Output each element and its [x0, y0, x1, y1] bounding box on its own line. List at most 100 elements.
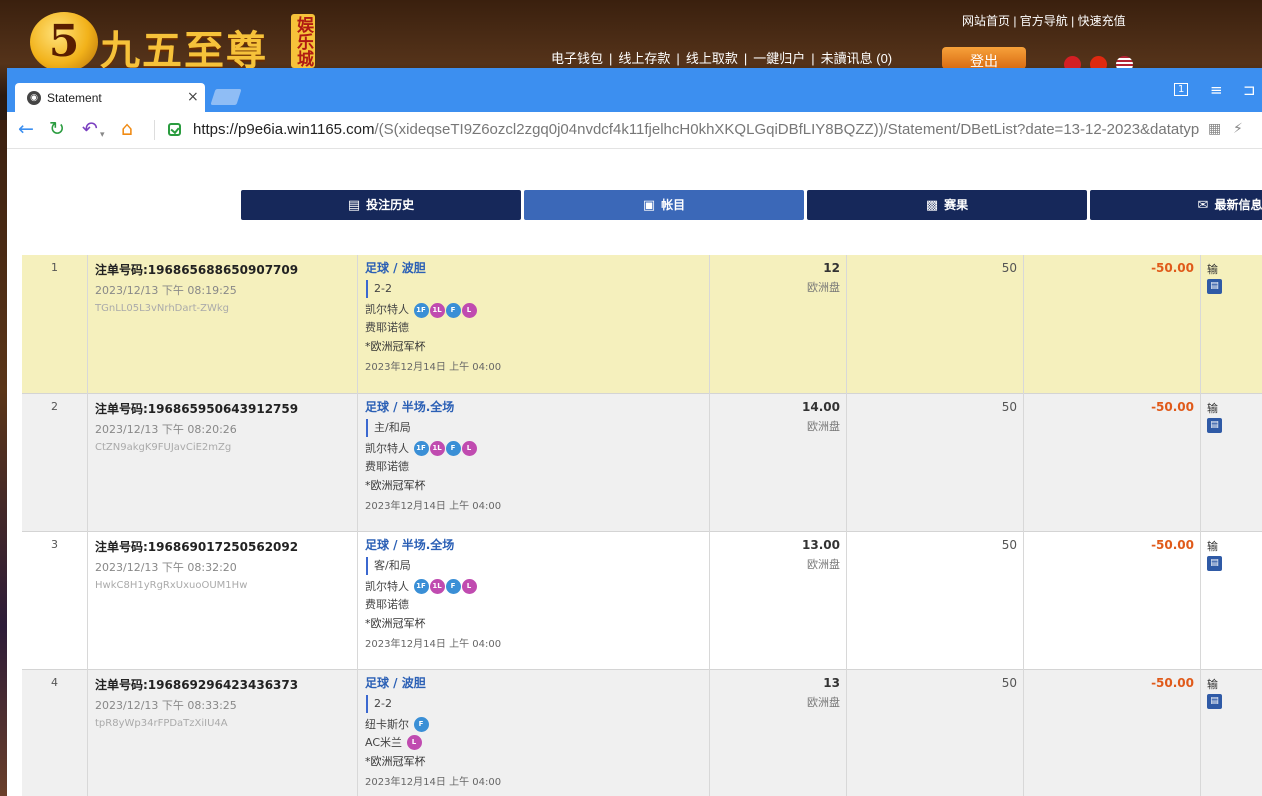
first-half-icon[interactable]: 1F	[413, 579, 429, 594]
undo-icon[interactable]: ↶	[82, 118, 98, 140]
fulltime-icon[interactable]: F	[445, 579, 461, 594]
odds-value: 14.00	[802, 399, 840, 414]
favicon-icon: ◉	[27, 91, 41, 105]
live-icon[interactable]: L	[461, 302, 477, 318]
table-row[interactable]: 2 注单号码:196865950643912759 2023/12/13 下午 …	[22, 393, 1262, 531]
odds-value: 13.00	[802, 537, 840, 552]
first-half-live-icon[interactable]: 1L	[429, 441, 445, 456]
odds-cell: 13 欧洲盘	[709, 669, 847, 796]
undo-dropdown-icon[interactable]: ▾	[100, 124, 105, 146]
first-half-icon[interactable]: 1F	[413, 302, 429, 318]
url-field[interactable]: https://p9e6ia.win1165.com/(S(xideqseTI9…	[193, 121, 1203, 138]
table-row[interactable]: 3 注单号码:196869017250562092 2023/12/13 下午 …	[22, 531, 1262, 669]
site-top-links[interactable]: 网站首页 | 官方导航 | 快速充值	[962, 12, 1126, 29]
result-text: 输	[1207, 401, 1218, 415]
menu-separator: |	[676, 51, 680, 66]
logout-button[interactable]: 登出	[942, 47, 1026, 69]
tab-close-icon[interactable]: ×	[187, 89, 199, 105]
browser-tab[interactable]: ◉ Statement ×	[15, 83, 205, 112]
menu-withdraw[interactable]: 线上取款	[686, 51, 738, 66]
order-cell: 注单号码:196869296423436373 2023/12/13 下午 08…	[87, 669, 358, 796]
fulltime-icon[interactable]: F	[445, 302, 461, 318]
history-icon: ▤	[347, 198, 361, 213]
window-count-icon[interactable]: 1	[1174, 83, 1189, 96]
stake-cell: 50	[846, 531, 1024, 669]
order-time: 2023/12/13 下午 08:19:25	[95, 284, 237, 297]
order-cell: 注单号码:196869017250562092 2023/12/13 下午 08…	[87, 531, 358, 669]
winloss-value: -50.00	[1151, 399, 1194, 414]
selection-cell: 足球 / 波胆 2-2 凯尔特人 1F 1L F L 费耶诺德 *欧洲冠军杯 2023…	[357, 255, 710, 393]
secure-shield-icon[interactable]	[168, 123, 181, 136]
first-half-icon[interactable]: 1F	[413, 441, 429, 456]
address-bar: ← ↻ ↶ ▾ ⌂ https://p9e6ia.win1165.com/(S(…	[7, 112, 1262, 149]
league-name: *欧洲冠军杯	[365, 754, 426, 768]
nav-latest-info[interactable]: ✉ 最新信息	[1090, 190, 1262, 220]
league-name: *欧洲冠军杯	[365, 478, 426, 492]
nav-statement[interactable]: ▣ 帐目	[524, 190, 804, 220]
result-cell: 输 ▤	[1201, 669, 1262, 796]
detail-icon[interactable]: ▤	[1207, 693, 1222, 709]
result-cell: 输 ▤	[1201, 255, 1262, 393]
nav-label: 帐目	[661, 198, 686, 212]
match-time: 2023年12月14日 上午 04:00	[365, 776, 502, 788]
tab-title: Statement	[47, 91, 102, 105]
live-icon[interactable]: L	[461, 441, 477, 456]
url-path: /(S(xideqseTI9Z6ozcl2zgq0j04nvdcf4k11fje…	[374, 121, 1200, 138]
away-team: AC米兰 L	[365, 735, 709, 751]
menu-wallet[interactable]: 电子钱包	[551, 51, 603, 66]
result-text: 输	[1207, 677, 1218, 691]
away-team: 费耶诺德	[365, 459, 409, 473]
team-name: AC米兰	[365, 735, 403, 749]
nav-bet-history[interactable]: ▤ 投注历史	[241, 190, 521, 220]
match-time: 2023年12月14日 上午 04:00	[365, 362, 502, 373]
qr-code-icon[interactable]: ▦	[1208, 121, 1221, 137]
nav-label: 最新信息	[1214, 198, 1262, 212]
order-number: 注单号码:196865688650907709	[95, 263, 299, 277]
match-time: 2023年12月14日 上午 04:00	[365, 500, 502, 512]
bet-pick: 主/和局	[366, 418, 709, 437]
live-icon[interactable]: L	[406, 735, 422, 750]
back-icon[interactable]: ←	[18, 118, 34, 140]
site-logo[interactable]: 5	[30, 12, 98, 72]
menu-deposit[interactable]: 线上存款	[618, 51, 670, 66]
fulltime-icon[interactable]: F	[413, 717, 429, 732]
bet-type: 足球 / 波胆	[365, 675, 426, 690]
result-cell: 输 ▤	[1201, 393, 1262, 531]
home-team: 凯尔特人 1F 1L F L	[365, 302, 709, 318]
bet-table: 1 注单号码:196865688650907709 2023/12/13 下午 …	[22, 255, 1262, 796]
league-name: *欧洲冠军杯	[365, 340, 426, 353]
odds-value: 13	[823, 675, 840, 690]
menu-messages[interactable]: 未讀讯息 (0)	[821, 51, 893, 66]
bet-type: 足球 / 半场.全场	[365, 399, 455, 414]
home-team: 凯尔特人 1F 1L F L	[365, 441, 709, 457]
first-half-live-icon[interactable]: 1L	[429, 579, 445, 594]
statement-icon: ▣	[642, 198, 656, 213]
table-row[interactable]: 4 注单号码:196869296423436373 2023/12/13 下午 …	[22, 669, 1262, 796]
team-name: 凯尔特人	[365, 579, 409, 593]
fulltime-icon[interactable]: F	[445, 441, 461, 456]
team-name: 凯尔特人	[365, 441, 409, 455]
order-time: 2023/12/13 下午 08:33:25	[95, 698, 237, 712]
bet-pick: 2-2	[366, 280, 709, 298]
live-icon[interactable]: L	[461, 579, 477, 594]
winloss-value: -50.00	[1151, 537, 1194, 552]
table-row[interactable]: 1 注单号码:196865688650907709 2023/12/13 下午 …	[22, 255, 1262, 393]
row-index: 1	[22, 255, 88, 393]
menu-icon[interactable]: ≡	[1210, 81, 1223, 99]
menu-transfer[interactable]: 一鍵归户	[753, 51, 805, 66]
winloss-cell: -50.00	[1023, 393, 1201, 531]
first-half-live-icon[interactable]: 1L	[429, 302, 445, 318]
nav-results[interactable]: ▩ 赛果	[807, 190, 1087, 220]
away-team: 费耶诺德	[365, 597, 409, 611]
detail-icon[interactable]: ▤	[1207, 279, 1222, 294]
stake-cell: 50	[846, 255, 1024, 393]
bolt-icon[interactable]: ⚡	[1233, 121, 1243, 137]
skin-icon[interactable]: ⊐	[1243, 81, 1256, 99]
odds-cell: 13.00 欧洲盘	[709, 531, 847, 669]
detail-icon[interactable]: ▤	[1207, 555, 1222, 571]
odds-type: 欧洲盘	[807, 695, 840, 709]
new-tab-button[interactable]	[210, 89, 242, 105]
reload-icon[interactable]: ↻	[49, 118, 65, 140]
detail-icon[interactable]: ▤	[1207, 417, 1222, 433]
home-icon[interactable]: ⌂	[121, 118, 133, 140]
